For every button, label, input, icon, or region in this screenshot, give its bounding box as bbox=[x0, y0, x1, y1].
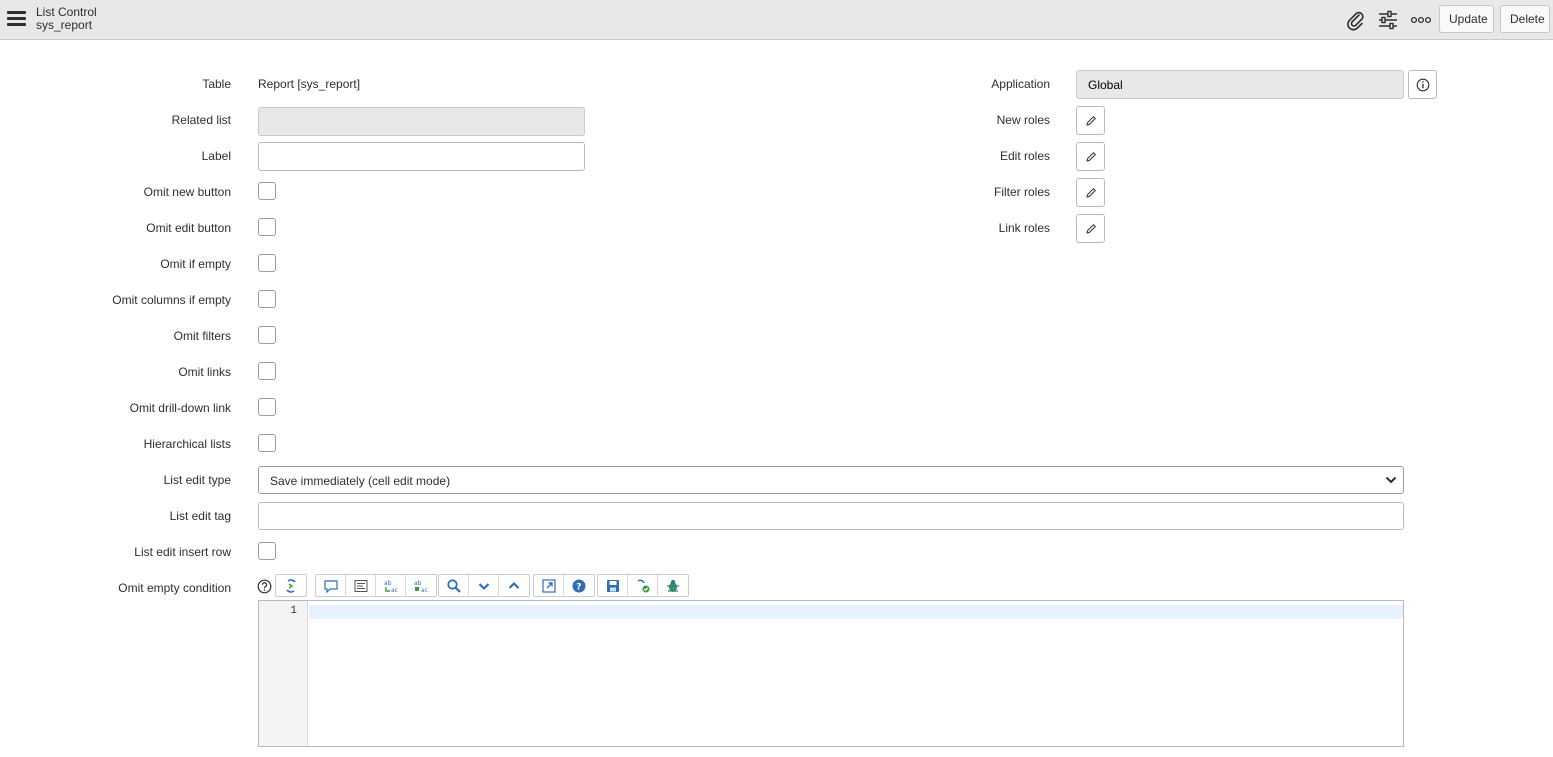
omit-new-button-label: Omit new button bbox=[143, 185, 231, 199]
svg-text:ab: ab bbox=[414, 580, 422, 587]
form-header: List Control sys_report Update Delete bbox=[0, 0, 1553, 40]
related-list-field bbox=[258, 107, 585, 136]
edit-roles-edit-button[interactable] bbox=[1076, 142, 1105, 171]
hierarchical-lists-label: Hierarchical lists bbox=[143, 437, 231, 451]
paperclip-icon[interactable] bbox=[1344, 9, 1366, 31]
list-edit-type-select[interactable]: Save immediately (cell edit mode) bbox=[258, 466, 1404, 494]
omit-columns-if-empty-label: Omit columns if empty bbox=[112, 293, 231, 307]
omit-new-button-checkbox[interactable] bbox=[258, 182, 276, 200]
application-label: Application bbox=[991, 77, 1050, 91]
omit-if-empty-label: Omit if empty bbox=[160, 257, 231, 271]
edit-roles-label: Edit roles bbox=[999, 149, 1050, 163]
omit-drill-down-link-label: Omit drill-down link bbox=[129, 401, 231, 415]
script-editor[interactable]: 1 bbox=[258, 600, 1404, 747]
list-edit-tag-field[interactable] bbox=[258, 502, 1404, 530]
toolbar-group-format bbox=[275, 574, 307, 597]
pencil-icon bbox=[1086, 151, 1097, 162]
svg-text:ab: ab bbox=[384, 580, 392, 587]
help-circle-icon[interactable]: ? bbox=[564, 575, 594, 596]
new-roles-edit-button[interactable] bbox=[1076, 106, 1105, 135]
info-icon bbox=[1416, 78, 1430, 92]
toolbar-group-edit: ab ac ab ac bbox=[315, 574, 437, 597]
check-syntax-icon[interactable] bbox=[628, 575, 658, 596]
list-edit-type-value: Save immediately (cell edit mode) bbox=[270, 474, 451, 488]
list-edit-tag-label: List edit tag bbox=[169, 509, 231, 523]
toolbar-group-search bbox=[438, 574, 530, 597]
sliders-icon[interactable] bbox=[1377, 9, 1399, 31]
filter-roles-label: Filter roles bbox=[993, 185, 1050, 199]
more-options-icon[interactable] bbox=[1410, 9, 1432, 31]
svg-text:ac: ac bbox=[421, 587, 428, 594]
pencil-icon bbox=[1086, 223, 1097, 234]
pencil-icon bbox=[1086, 187, 1097, 198]
comment-icon[interactable] bbox=[316, 575, 346, 596]
new-roles-label: New roles bbox=[996, 113, 1050, 127]
related-list-label: Related list bbox=[171, 113, 231, 127]
format-text-icon[interactable] bbox=[346, 575, 376, 596]
filter-roles-edit-button[interactable] bbox=[1076, 178, 1105, 207]
omit-links-label: Omit links bbox=[178, 365, 231, 379]
omit-edit-button-label: Omit edit button bbox=[146, 221, 231, 235]
svg-text:?: ? bbox=[576, 583, 581, 593]
omit-if-empty-checkbox[interactable] bbox=[258, 254, 276, 272]
omit-columns-if-empty-checkbox[interactable] bbox=[258, 290, 276, 308]
application-info-button[interactable] bbox=[1408, 70, 1437, 99]
update-button[interactable]: Update bbox=[1439, 5, 1494, 33]
replace-icon[interactable]: ab ac bbox=[376, 575, 406, 596]
replace-all-icon[interactable]: ab ac bbox=[406, 575, 436, 596]
label-field[interactable] bbox=[258, 142, 585, 171]
link-roles-label: Link roles bbox=[998, 221, 1050, 235]
list-edit-type-label: List edit type bbox=[163, 473, 231, 487]
active-line[interactable] bbox=[309, 605, 1403, 619]
toolbar-group-view: ? bbox=[533, 574, 595, 597]
table-label: Table bbox=[202, 77, 231, 91]
label-label: Label bbox=[201, 149, 231, 163]
omit-empty-condition-label: Omit empty condition bbox=[118, 581, 231, 595]
search-icon[interactable] bbox=[439, 575, 469, 596]
list-edit-insert-row-label: List edit insert row bbox=[134, 545, 231, 559]
find-next-icon[interactable] bbox=[469, 575, 499, 596]
omit-drill-down-link-checkbox[interactable] bbox=[258, 398, 276, 416]
link-roles-edit-button[interactable] bbox=[1076, 214, 1105, 243]
omit-filters-label: Omit filters bbox=[173, 329, 231, 343]
omit-edit-button-checkbox[interactable] bbox=[258, 218, 276, 236]
find-previous-icon[interactable] bbox=[499, 575, 529, 596]
hamburger-icon[interactable] bbox=[7, 11, 26, 27]
omit-filters-checkbox[interactable] bbox=[258, 326, 276, 344]
pencil-icon bbox=[1086, 115, 1097, 126]
title-block: List Control sys_report bbox=[36, 6, 97, 32]
toolbar-group-tools bbox=[597, 574, 689, 597]
omit-links-checkbox[interactable] bbox=[258, 362, 276, 380]
editor-gutter: 1 bbox=[259, 601, 308, 746]
table-value: Report [sys_report] bbox=[258, 77, 361, 91]
debug-script-icon[interactable] bbox=[658, 575, 688, 596]
fullscreen-icon[interactable] bbox=[534, 575, 564, 596]
chevron-down-icon bbox=[1385, 476, 1397, 484]
list-edit-insert-row-checkbox[interactable] bbox=[258, 542, 276, 560]
delete-button[interactable]: Delete bbox=[1500, 5, 1550, 33]
line-number: 1 bbox=[290, 605, 297, 617]
help-icon[interactable] bbox=[257, 579, 272, 594]
page-subtitle: sys_report bbox=[36, 18, 93, 32]
svg-text:ac: ac bbox=[391, 587, 398, 594]
hierarchical-lists-checkbox[interactable] bbox=[258, 434, 276, 452]
application-field bbox=[1076, 70, 1404, 99]
format-code-icon[interactable] bbox=[276, 575, 306, 596]
save-icon[interactable] bbox=[598, 575, 628, 596]
